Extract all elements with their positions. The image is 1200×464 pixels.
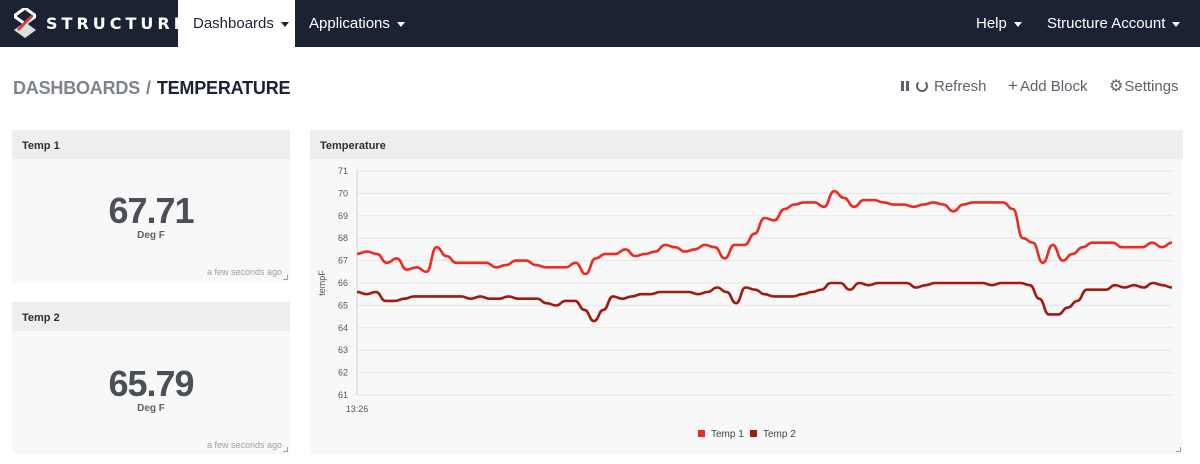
y-tick-label: 68 [338,233,348,243]
last-updated: a few seconds ago [206,440,282,450]
legend-swatch[interactable] [698,430,705,437]
y-tick-label: 63 [338,345,348,355]
chevron-down-icon [396,22,405,27]
resize-handle-icon[interactable] [283,447,288,452]
chevron-down-icon [280,22,289,27]
brand-name: STRUCTURE [46,13,189,33]
settings-label: Settings [1124,77,1179,95]
legend-label[interactable]: Temp 2 [763,429,796,440]
y-tick-label: 70 [338,188,348,198]
structure-logo[interactable]: STRUCTURE [14,8,189,38]
legend-label[interactable]: Temp 1 [711,429,744,440]
chevron-down-icon [1013,22,1022,27]
temp2-block: Temp 2 65.79 Deg F a few seconds ago [12,302,290,454]
legend-swatch[interactable] [750,430,757,437]
nav-help-label: Help [976,15,1007,32]
nav-applications-label: Applications [309,15,390,32]
y-tick-label: 61 [338,390,348,400]
block-title: Temp 1 [12,130,290,159]
resize-handle-icon[interactable] [1176,447,1181,452]
temperature-chart-block: Temperature 61 62 63 64 65 66 67 68 69 70 71 tempF 1… [310,130,1183,454]
plus-icon: + [1008,76,1018,95]
nav-dashboards-label: Dashboards [193,15,274,32]
page-title: TEMPERATURE [156,78,291,98]
y-tick-label: 64 [338,323,348,333]
y-axis-label: tempF [317,270,327,296]
top-navbar: STRUCTURE Dashboards Applications Help S… [0,0,1200,47]
gauge-unit: Deg F [137,230,165,241]
gauge-value: 67.71 [108,190,194,231]
series-line-1 [356,189,1173,276]
gauge-unit: Deg F [137,403,165,414]
gauge-value: 65.79 [108,363,194,404]
temperature-line-chart: 61 62 63 64 65 66 67 68 69 70 71 tempF 13:26 Temp 1 Te… [317,166,1173,440]
block-title: Temp 2 [12,302,290,331]
last-updated: a few seconds ago [206,267,282,277]
temp1-block: Temp 1 67.71 Deg F a few seconds ago [12,130,290,282]
chevron-down-icon [1172,22,1181,27]
add-block-label: Add Block [1019,77,1088,95]
y-tick-label: 67 [338,256,348,266]
y-tick-label: 65 [338,300,348,310]
nav-account-menu[interactable]: Structure Account [1032,0,1195,47]
nav-help-menu[interactable]: Help [961,0,1037,47]
refresh-icon [916,80,928,92]
y-tick-label: 69 [338,211,348,221]
breadcrumb-separator: / [146,78,151,98]
settings-button[interactable]: ⚙ Settings [1109,76,1179,96]
pause-icon[interactable] [901,81,909,91]
y-tick-label: 62 [338,368,348,378]
block-title: Temperature [310,130,1183,159]
nav-account-label: Structure Account [1047,15,1166,32]
breadcrumb-dashboards-link[interactable]: DASHBOARDS [13,78,140,98]
x-tick-label: 13:26 [346,404,369,414]
resize-handle-icon[interactable] [283,275,288,280]
structure-logo-icon [14,8,36,38]
y-tick-label: 71 [338,166,348,176]
breadcrumb: DASHBOARDS / TEMPERATURE [13,78,290,99]
nav-dashboards-menu[interactable]: Dashboards [178,0,295,47]
refresh-label: Refresh [934,77,987,95]
gear-icon: ⚙ [1109,78,1124,95]
series-line-2 [356,281,1173,323]
refresh-control[interactable]: Refresh [901,76,987,96]
add-block-button[interactable]: + Add Block [1008,76,1087,96]
y-tick-label: 66 [338,278,348,288]
nav-applications-menu[interactable]: Applications [294,0,420,47]
